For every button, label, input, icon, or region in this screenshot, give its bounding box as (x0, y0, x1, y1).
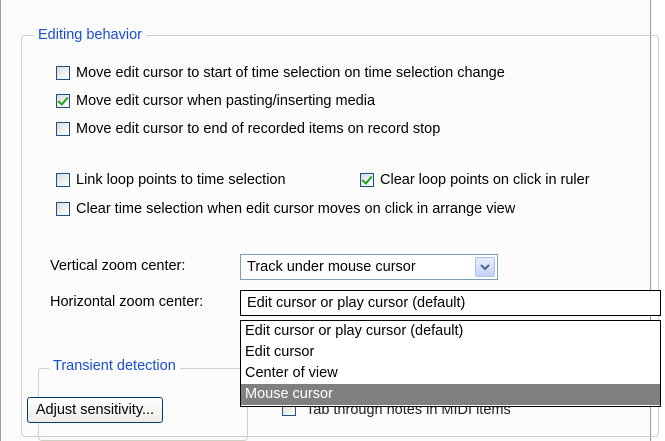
checkbox-label: Move edit cursor to end of recorded item… (76, 121, 441, 137)
horizontal-zoom-select[interactable]: Edit cursor or play cursor (default) (240, 290, 661, 316)
checkbox-label: Move edit cursor when pasting/inserting … (76, 93, 376, 109)
vertical-zoom-value: Track under mouse cursor (247, 259, 416, 275)
checkbox-label: Clear time selection when edit cursor mo… (76, 201, 516, 217)
checkbox-link-loop-points[interactable]: Link loop points to time selection (56, 170, 286, 190)
dropdown-option[interactable]: Center of view (241, 363, 660, 384)
checkbox-icon[interactable] (56, 66, 70, 80)
dropdown-option-highlighted[interactable]: Mouse cursor (241, 384, 660, 405)
checkbox-clear-time-selection[interactable]: Clear time selection when edit cursor mo… (56, 199, 515, 219)
checkbox-icon[interactable] (56, 122, 70, 136)
checkbox-move-to-end-recorded[interactable]: Move edit cursor to end of recorded item… (56, 119, 440, 139)
checkbox-move-to-start[interactable]: Move edit cursor to start of time select… (56, 63, 505, 83)
horizontal-zoom-value: Edit cursor or play cursor (default) (247, 295, 466, 311)
checkbox-label: Move edit cursor to start of time select… (76, 65, 505, 81)
vertical-zoom-label: Vertical zoom center: (50, 258, 186, 274)
checkbox-icon[interactable] (56, 202, 70, 216)
checkmark-icon[interactable] (56, 94, 70, 108)
horizontal-zoom-dropdown-list[interactable]: Edit cursor or play cursor (default) Edi… (240, 320, 661, 407)
adjust-sensitivity-button[interactable]: Adjust sensitivity... (27, 397, 163, 423)
checkbox-icon[interactable] (56, 173, 70, 187)
dropdown-option[interactable]: Edit cursor or play cursor (default) (241, 321, 660, 342)
checkmark-icon[interactable] (360, 173, 374, 187)
editing-behavior-title: Editing behavior (34, 26, 146, 44)
checkbox-move-when-pasting[interactable]: Move edit cursor when pasting/inserting … (56, 91, 375, 111)
checkbox-clear-loop-points[interactable]: Clear loop points on click in ruler (360, 170, 590, 190)
transient-detection-title: Transient detection (49, 357, 180, 375)
dropdown-option[interactable]: Edit cursor (241, 342, 660, 363)
horizontal-zoom-label: Horizontal zoom center: (50, 294, 204, 310)
chevron-down-icon[interactable] (475, 257, 495, 277)
vertical-zoom-select[interactable]: Track under mouse cursor (240, 254, 498, 280)
checkbox-label: Link loop points to time selection (76, 172, 286, 188)
checkbox-label: Clear loop points on click in ruler (380, 172, 590, 188)
